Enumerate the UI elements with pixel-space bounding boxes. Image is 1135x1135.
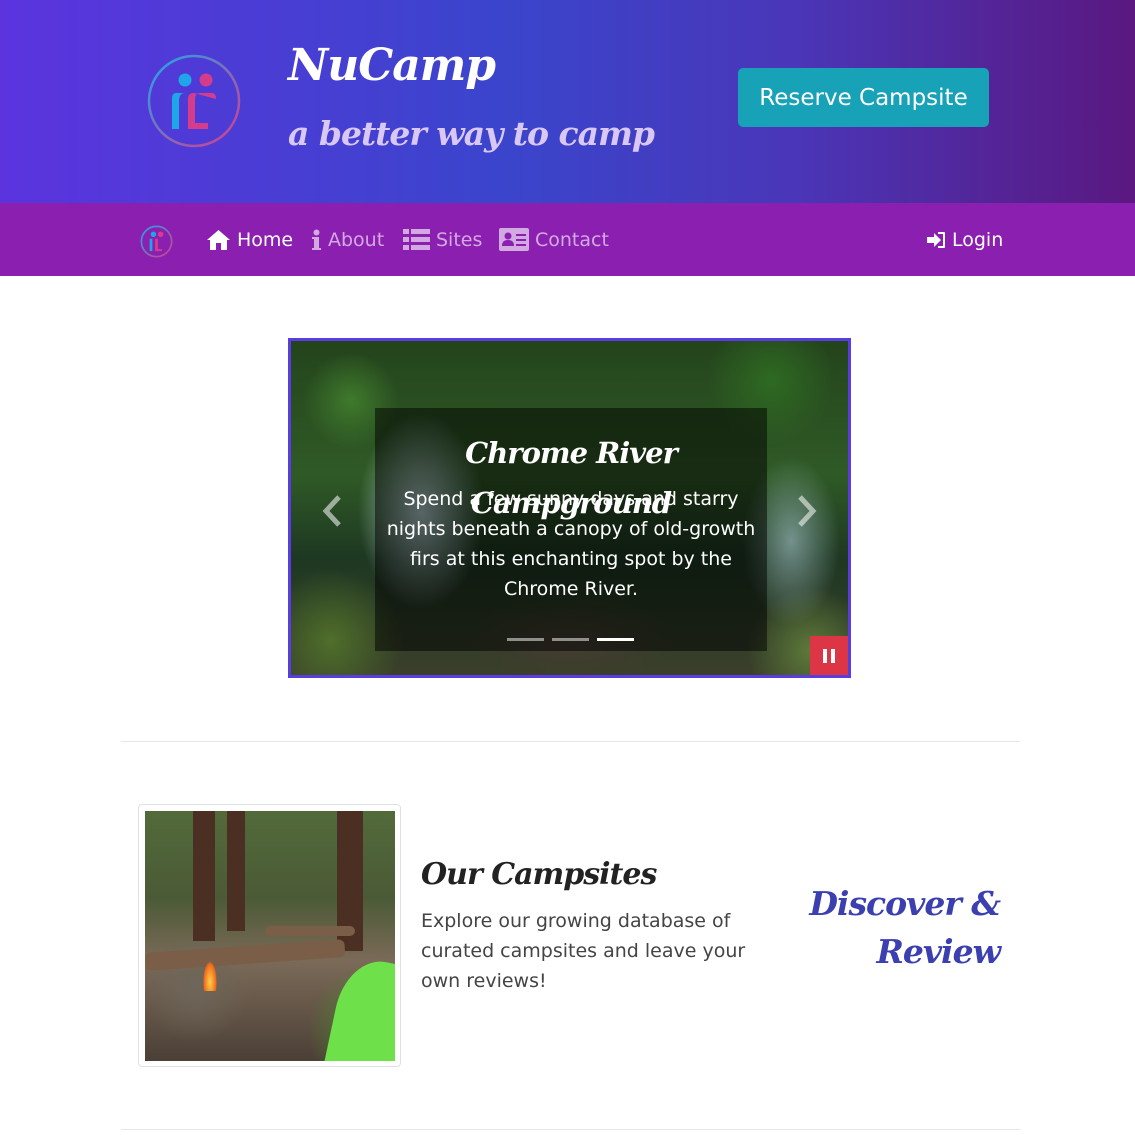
list-icon	[403, 228, 430, 250]
info-icon	[312, 229, 321, 250]
nucamp-logo-icon	[147, 54, 241, 148]
feature-title: Our Campsites	[421, 857, 657, 892]
carousel-indicator[interactable]	[552, 638, 589, 641]
section-divider	[121, 741, 1020, 742]
navbar-logo-icon[interactable]	[140, 225, 173, 258]
carousel-caption: Chrome River Campground Spend a few sunn…	[375, 408, 767, 651]
reserve-campsite-button[interactable]: Reserve Campsite	[738, 68, 989, 127]
feature-text: Explore our growing database of curated …	[421, 910, 746, 992]
nav-item-sites[interactable]: Sites	[403, 203, 482, 276]
carousel-caption-text: Spend a few sunny days and starry nights…	[386, 488, 756, 600]
chevron-left-icon[interactable]	[319, 494, 345, 528]
feature-tagline: Discover & Review	[809, 884, 1001, 971]
nav-item-label: About	[328, 228, 385, 251]
home-icon	[207, 229, 230, 250]
nav-item-contact[interactable]: Contact	[499, 203, 609, 276]
carousel-indicator[interactable]	[507, 638, 544, 641]
address-card-icon	[499, 228, 529, 251]
nav-item-label: Contact	[535, 228, 609, 251]
nav-item-label: Home	[237, 228, 294, 251]
section-divider	[121, 1129, 1020, 1130]
nav-item-home[interactable]: Home	[206, 203, 293, 276]
campsite-photo	[145, 811, 395, 1061]
sign-in-icon	[927, 231, 945, 248]
login-label: Login	[952, 228, 1004, 251]
carousel-indicator-active[interactable]	[597, 638, 634, 641]
brand-subtitle: a better way to camp	[288, 114, 655, 153]
campsites-thumbnail	[138, 804, 401, 1067]
navbar: Home About Sites Contact Login	[0, 203, 1135, 276]
header-jumbotron: NuCamp a better way to camp Reserve Camp…	[0, 0, 1135, 203]
nav-item-about[interactable]: About	[311, 203, 384, 276]
carousel-pause-button[interactable]	[810, 636, 848, 675]
login-link[interactable]: Login	[927, 203, 1003, 276]
campsite-carousel[interactable]: Chrome River Campground Spend a few sunn…	[288, 338, 851, 678]
brand-title: NuCamp	[288, 40, 496, 91]
pause-icon	[823, 648, 835, 663]
nav-item-label: Sites	[436, 228, 483, 251]
chevron-right-icon[interactable]	[794, 494, 820, 528]
